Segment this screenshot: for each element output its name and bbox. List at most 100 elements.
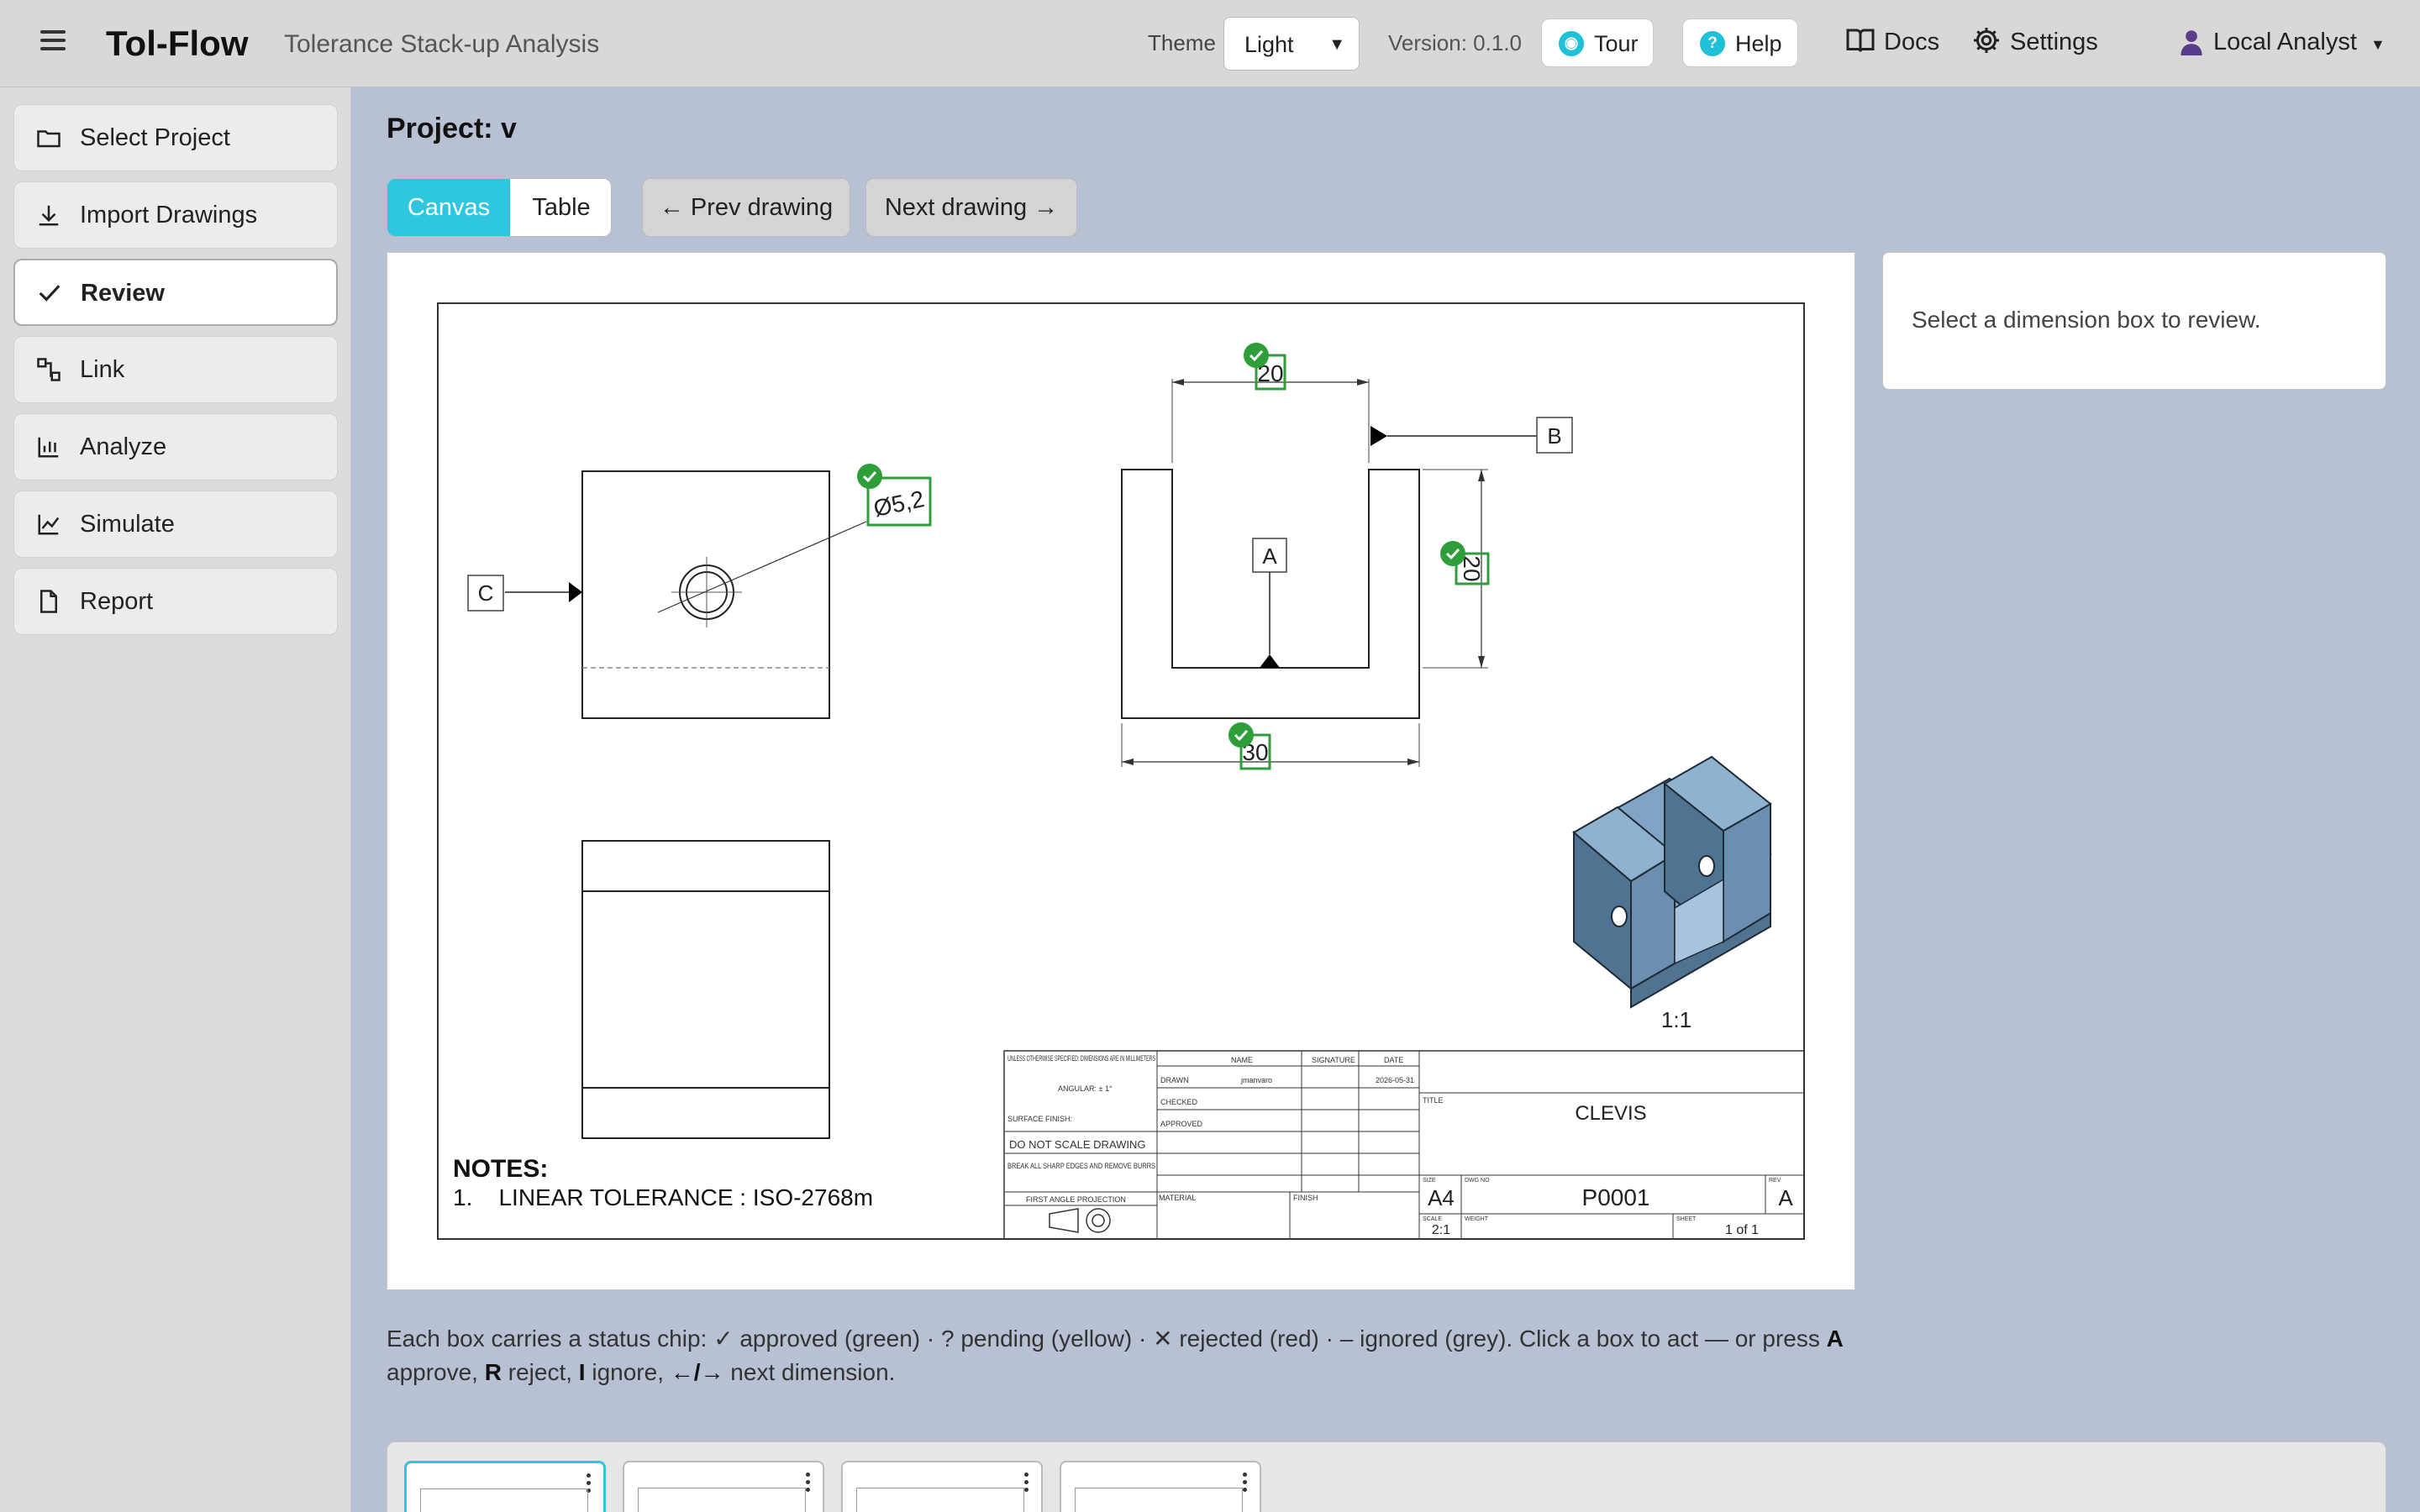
folder-icon	[37, 130, 60, 148]
line-chart-icon	[38, 514, 60, 535]
sidebar-item-label: Import Drawings	[80, 202, 258, 228]
tb-no-scale: DO NOT SCALE DRAWING	[1009, 1138, 1146, 1151]
tour-label: Tour	[1594, 31, 1639, 56]
tour-button[interactable]: ◉ Tour	[1541, 18, 1654, 67]
docs-label: Docs	[1884, 29, 1940, 55]
help-text-part5: next dimension.	[723, 1359, 896, 1385]
next-drawing-button[interactable]: Next drawing →	[865, 178, 1077, 237]
datum-c-label: C	[478, 580, 494, 606]
drawing-canvas[interactable]: C Ø5,2 A B 20 20 30 1:1 NOTES: 1. LINEAR…	[387, 252, 1855, 1290]
sidebar-item-review[interactable]: Review	[13, 259, 338, 326]
review-message: Select a dimension box to review.	[1912, 307, 2261, 333]
user-name: Local Analyst	[2213, 29, 2357, 55]
gear-icon	[1974, 28, 1999, 53]
help-icon: ?	[1700, 31, 1725, 56]
drawing-thumbnail[interactable]	[1060, 1461, 1261, 1512]
sidebar-item-report[interactable]: Report	[13, 568, 338, 635]
datum-a-label: A	[1262, 543, 1277, 569]
tb-size-label: SIZE	[1423, 1178, 1436, 1184]
version-text: Version: 0.1.0	[1388, 30, 1522, 55]
tb-surface: SURFACE FINISH:	[1007, 1115, 1072, 1123]
thumbnail-preview	[638, 1488, 806, 1512]
help-text-part3: reject,	[501, 1359, 579, 1385]
sidebar-item-link[interactable]: Link	[13, 336, 338, 403]
theme-select-value: Light	[1244, 32, 1294, 57]
tb-break-edges: BREAK ALL SHARP EDGES AND REMOVE BURRS	[1007, 1162, 1155, 1170]
tb-weight-label: WEIGHT	[1465, 1216, 1489, 1222]
tb-size: A4	[1428, 1185, 1455, 1210]
tb-rev: A	[1778, 1185, 1793, 1210]
kebab-menu-icon[interactable]	[1243, 1473, 1248, 1495]
drawing-thumbnail[interactable]	[841, 1461, 1043, 1512]
sidebar-item-label: Analyze	[80, 433, 167, 460]
approved-chip-icon	[1244, 343, 1269, 368]
sidebar-item-analyze[interactable]: Analyze	[13, 413, 338, 480]
sidebar-item-import-drawings[interactable]: Import Drawings	[13, 181, 338, 249]
drawing-thumbnail[interactable]	[623, 1461, 824, 1512]
approved-chip-icon	[857, 464, 882, 489]
sidebar-item-select-project[interactable]: Select Project	[13, 104, 338, 171]
key-i: I	[578, 1359, 586, 1385]
approved-chip-icon	[1440, 541, 1465, 566]
tb-approved: APPROVED	[1160, 1120, 1203, 1128]
app-subtitle: Tolerance Stack-up Analysis	[284, 30, 600, 58]
kebab-menu-icon[interactable]	[806, 1473, 811, 1495]
drawing-sheet: C Ø5,2 A B 20 20 30 1:1 NOTES: 1. LINEAR…	[437, 302, 1805, 1240]
project-title: Project: v	[387, 113, 517, 144]
prev-drawing-button[interactable]: ← Prev drawing	[642, 178, 850, 237]
chevron-down-icon: ▼	[1328, 35, 1345, 54]
book-icon	[1846, 29, 1875, 52]
notes-title: NOTES:	[453, 1155, 548, 1183]
tb-dwg-no: P0001	[1582, 1184, 1650, 1210]
download-icon	[39, 205, 59, 226]
docs-link[interactable]: Docs	[1846, 29, 1940, 56]
sidebar-item-label: Link	[80, 356, 125, 383]
tb-finish: FINISH	[1293, 1194, 1318, 1202]
tb-checked: CHECKED	[1160, 1098, 1198, 1106]
sidebar-item-simulate[interactable]: Simulate	[13, 491, 338, 558]
help-text-part4: ignore,	[585, 1359, 671, 1385]
thumbnail-preview	[856, 1488, 1024, 1512]
notes-line: 1. LINEAR TOLERANCE : ISO-2768m	[453, 1184, 873, 1210]
bar-chart-icon	[38, 437, 59, 458]
tb-scale: 2:1	[1432, 1223, 1450, 1237]
tb-drawn-name: jmanvaro	[1240, 1076, 1272, 1084]
user-menu[interactable]: Local Analyst ▼	[2213, 29, 2386, 56]
app-brand: Tol-Flow	[106, 24, 249, 63]
key-a: A	[1826, 1326, 1844, 1352]
tb-projection: FIRST ANGLE PROJECTION	[1026, 1195, 1126, 1204]
tb-unless: UNLESS OTHERWISE SPECIFIED: DIMENSIONS A…	[1007, 1054, 1155, 1063]
help-button[interactable]: ? Help	[1682, 18, 1798, 67]
sidebar-item-label: Simulate	[80, 511, 175, 538]
sidebar-item-label: Review	[81, 280, 165, 307]
check-icon	[39, 285, 60, 302]
sidebar-item-label: Report	[80, 588, 154, 615]
tb-signature: SIGNATURE	[1312, 1056, 1355, 1064]
iso-scale-label: 1:1	[1661, 1007, 1691, 1032]
file-icon	[40, 590, 57, 613]
link-icon	[37, 358, 60, 381]
help-text: Each box carries a status chip: ✓ approv…	[387, 1322, 1865, 1389]
tb-drawn: DRAWN	[1160, 1076, 1189, 1084]
settings-link[interactable]: Settings	[1974, 28, 2098, 56]
theme-select[interactable]: Light ▼	[1223, 17, 1360, 71]
tb-title-label: TITLE	[1423, 1096, 1444, 1105]
tb-angular: ANGULAR: ± 1°	[1058, 1084, 1113, 1093]
thumbnail-preview	[1075, 1488, 1243, 1512]
tb-sheet: 1 of 1	[1725, 1223, 1759, 1237]
kebab-menu-icon[interactable]	[1024, 1473, 1029, 1495]
tab-canvas[interactable]: Canvas	[387, 179, 510, 236]
theme-label: Theme	[1148, 30, 1216, 55]
drawing-thumbnail[interactable]	[404, 1461, 606, 1512]
tab-table[interactable]: Table	[510, 179, 611, 236]
menu-icon[interactable]	[40, 30, 66, 55]
drawing-thumbnail-strip	[387, 1441, 2386, 1512]
tb-sheet-label: SHEET	[1676, 1216, 1697, 1222]
thumbnail-preview	[420, 1488, 588, 1512]
tb-rev-label: REV	[1769, 1178, 1781, 1184]
sidebar-item-label: Select Project	[80, 124, 230, 151]
top-bar: Tol-Flow Tolerance Stack-up Analysis The…	[0, 0, 2420, 87]
key-r: R	[484, 1359, 502, 1385]
tb-material: MATERIAL	[1159, 1194, 1196, 1202]
user-icon	[2181, 30, 2202, 55]
